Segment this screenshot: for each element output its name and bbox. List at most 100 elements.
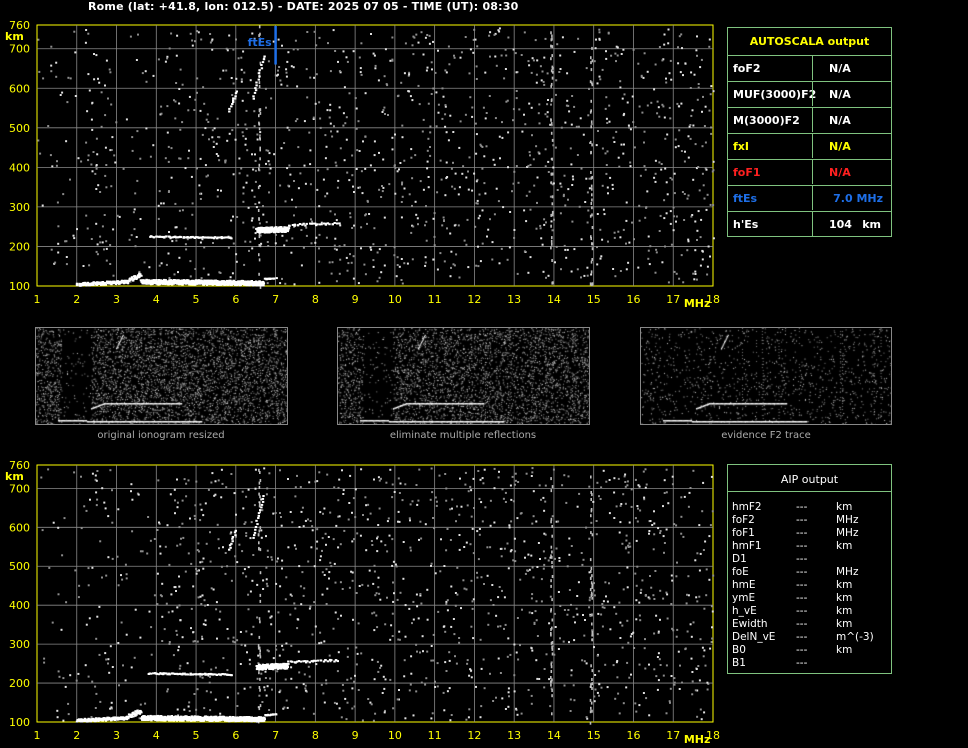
aip-unit: km bbox=[836, 644, 853, 656]
x-unit-label: MHz bbox=[684, 297, 711, 310]
aip-unit: km bbox=[836, 501, 853, 513]
thumbnail-caption: evidence F2 trace bbox=[721, 430, 811, 441]
y-tick-label: 200 bbox=[9, 677, 30, 690]
aip-value: --- bbox=[796, 631, 808, 643]
x-tick-label: 8 bbox=[312, 293, 319, 306]
aip-value: --- bbox=[796, 566, 808, 578]
aip-value: --- bbox=[796, 579, 808, 591]
x-tick-label: 11 bbox=[428, 293, 442, 306]
autoscala-row-muf-3000-f2: MUF(3000)F2 N/A bbox=[728, 81, 891, 106]
aip-param: h_vE bbox=[732, 605, 757, 617]
aip-unit: MHz bbox=[836, 566, 859, 578]
x-tick-label: 10 bbox=[388, 729, 402, 742]
aip-unit: km bbox=[836, 618, 853, 630]
x-tick-label: 3 bbox=[113, 293, 120, 306]
x-tick-label: 2 bbox=[73, 729, 80, 742]
x-tick-label: 14 bbox=[547, 729, 561, 742]
aip-row: hmE --- km bbox=[732, 579, 891, 592]
aip-param: hmF2 bbox=[732, 501, 762, 513]
x-tick-label: 17 bbox=[666, 293, 680, 306]
x-tick-label: 16 bbox=[626, 293, 640, 306]
aip-row: foF1 --- MHz bbox=[732, 527, 891, 540]
aip-panel: AIP output hmF2 --- km foF2 --- MHz foF1 --- MHz… bbox=[727, 464, 892, 674]
y-tick-label: 600 bbox=[9, 82, 30, 95]
aip-param: foF1 bbox=[732, 527, 755, 539]
autoscala-row-m-3000-f2: M(3000)F2 N/A bbox=[728, 107, 891, 132]
param-value: N/A bbox=[812, 160, 891, 184]
autoscala-row-ftes: ftEs 7.0 MHz bbox=[728, 185, 891, 210]
x-tick-label: 9 bbox=[352, 293, 359, 306]
x-tick-label: 4 bbox=[153, 729, 160, 742]
param-label: MUF(3000)F2 bbox=[733, 88, 817, 101]
thumbnail-caption: eliminate multiple reflections bbox=[389, 430, 537, 441]
aip-param: hmF1 bbox=[732, 540, 762, 552]
aip-unit: km bbox=[836, 592, 853, 604]
aip-value: --- bbox=[796, 540, 808, 552]
aip-param: ymE bbox=[732, 592, 756, 604]
x-tick-label: 7 bbox=[272, 293, 279, 306]
y-tick-label: 100 bbox=[9, 716, 30, 729]
autoscala-panel: AUTOSCALA output foF2 N/A MUF(3000)F2 N/A M(… bbox=[727, 27, 892, 237]
x-tick-label: 6 bbox=[232, 293, 239, 306]
aip-value: --- bbox=[796, 514, 808, 526]
y-tick-label: 200 bbox=[9, 240, 30, 253]
aip-unit: MHz bbox=[836, 514, 859, 526]
x-tick-label: 12 bbox=[467, 293, 481, 306]
aip-row: foF2 --- MHz bbox=[732, 514, 891, 527]
aip-param: foE bbox=[732, 566, 749, 578]
aip-unit: m^(-3) bbox=[836, 631, 874, 643]
param-value: N/A bbox=[812, 56, 891, 80]
aip-param: DelN_vE bbox=[732, 631, 776, 643]
autoscala-title: AUTOSCALA output bbox=[749, 35, 870, 48]
x-tick-label: 15 bbox=[587, 293, 601, 306]
aip-row: hmF1 --- km bbox=[732, 540, 891, 553]
x-tick-label: 1 bbox=[34, 293, 41, 306]
thumbnail-caption: original ionogram resized bbox=[97, 430, 225, 441]
aip-row: ymE --- km bbox=[732, 592, 891, 605]
aip-value: --- bbox=[796, 605, 808, 617]
aip-row: B0 --- km bbox=[732, 644, 891, 657]
param-label: fxI bbox=[733, 140, 749, 153]
aip-value: --- bbox=[796, 592, 808, 604]
y-tick-label: 400 bbox=[9, 161, 30, 174]
aip-row: B1 --- bbox=[732, 657, 891, 670]
y-unit-label: km bbox=[5, 470, 24, 483]
x-tick-label: 3 bbox=[113, 729, 120, 742]
x-tick-label: 9 bbox=[352, 729, 359, 742]
aip-row: DelN_vE --- m^(-3) bbox=[732, 631, 891, 644]
x-tick-label: 16 bbox=[626, 729, 640, 742]
aip-param: B1 bbox=[732, 657, 746, 669]
y-tick-label: 100 bbox=[9, 280, 30, 293]
x-unit-label: MHz bbox=[684, 733, 711, 746]
y-tick-label: 300 bbox=[9, 201, 30, 214]
y-tick-label: 700 bbox=[9, 43, 30, 56]
aip-unit: km bbox=[836, 605, 853, 617]
aip-row: hmF2 --- km bbox=[732, 501, 891, 514]
x-tick-label: 2 bbox=[73, 293, 80, 306]
thumbnail-original bbox=[35, 327, 288, 425]
x-tick-label: 11 bbox=[428, 729, 442, 742]
param-label: ftEs bbox=[733, 192, 758, 205]
x-tick-label: 13 bbox=[507, 293, 521, 306]
aip-param: B0 bbox=[732, 644, 746, 656]
param-label: foF1 bbox=[733, 166, 761, 179]
param-value: N/A bbox=[812, 108, 891, 132]
aip-row: D1 --- bbox=[732, 553, 891, 566]
ionogram-autoscala: ftEs100200300400500600700760km1 2 3 4 5 6 7 8 9 1… bbox=[5, 19, 720, 310]
y-unit-label: km bbox=[5, 30, 24, 43]
aip-unit: km bbox=[836, 540, 853, 552]
param-value: N/A bbox=[812, 82, 891, 106]
aip-unit: MHz bbox=[836, 527, 859, 539]
param-value: 7.0 MHz bbox=[812, 186, 891, 210]
autoscala-row-h-es: h'Es 104 km bbox=[728, 211, 891, 236]
y-tick-label: 500 bbox=[9, 122, 30, 135]
aip-row: h_vE --- km bbox=[732, 605, 891, 618]
aip-value: --- bbox=[796, 501, 808, 513]
param-value: N/A bbox=[812, 134, 891, 158]
ftes-marker-label: ftEs bbox=[248, 36, 273, 49]
aip-param: Ewidth bbox=[732, 618, 768, 630]
aip-unit: km bbox=[836, 579, 853, 591]
x-tick-label: 17 bbox=[666, 729, 680, 742]
aip-title: AIP output bbox=[780, 473, 839, 486]
x-tick-label: 5 bbox=[193, 729, 200, 742]
